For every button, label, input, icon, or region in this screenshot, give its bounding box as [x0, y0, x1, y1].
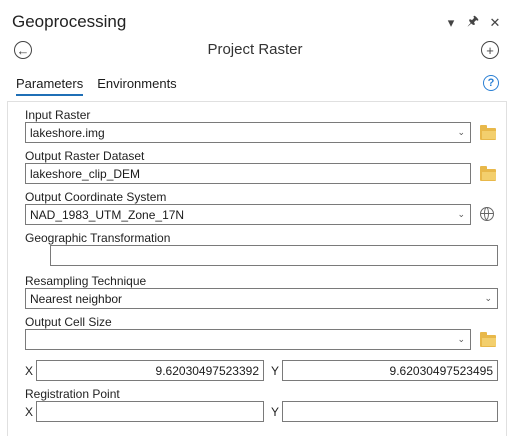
- input-raster-value: lakeshore.img: [30, 125, 105, 140]
- cell-size-label: Output Cell Size: [25, 315, 112, 329]
- add-icon[interactable]: +: [481, 41, 499, 59]
- output-raster-label: Output Raster Dataset: [25, 149, 145, 163]
- cell-size-x-value: 9.62030497523392: [155, 363, 259, 378]
- cell-size-x-input[interactable]: 9.62030497523392: [36, 360, 264, 381]
- registration-y-label: Y: [271, 405, 280, 419]
- input-raster-label: Input Raster: [25, 108, 91, 122]
- registration-label: Registration Point: [25, 387, 120, 401]
- chevron-down-icon[interactable]: ⌄: [457, 127, 465, 138]
- pane-title: Geoprocessing: [12, 12, 127, 31]
- registration-x-label: X: [25, 405, 34, 419]
- chevron-down-icon[interactable]: ⌄: [484, 293, 492, 304]
- registration-x-input[interactable]: [36, 401, 264, 422]
- cell-size-x-label: X: [25, 364, 34, 378]
- resampling-value: Nearest neighbor: [30, 291, 123, 306]
- chevron-down-icon[interactable]: ⌄: [457, 209, 465, 220]
- folder-icon[interactable]: [480, 125, 496, 140]
- tab-parameters[interactable]: Parameters: [16, 76, 84, 96]
- input-raster-combobox[interactable]: lakeshore.img ⌄: [25, 122, 471, 143]
- output-raster-value: lakeshore_clip_DEM: [30, 166, 141, 181]
- geo-transform-label: Geographic Transformation: [25, 231, 171, 245]
- folder-icon[interactable]: [480, 332, 496, 347]
- registration-y-input[interactable]: [282, 401, 498, 422]
- titlebar-controls: ▾ 🖈 ✕: [444, 12, 502, 34]
- resampling-dropdown[interactable]: Nearest neighbor ⌄: [25, 288, 498, 309]
- cell-size-y-label: Y: [271, 364, 280, 378]
- cell-size-y-input[interactable]: 9.62030497523495: [282, 360, 498, 381]
- cell-size-combobox[interactable]: ⌄: [25, 329, 471, 350]
- output-cs-label: Output Coordinate System: [25, 190, 167, 204]
- pin-icon[interactable]: 🖈: [466, 12, 480, 34]
- output-raster-input[interactable]: lakeshore_clip_DEM: [25, 163, 471, 184]
- geo-transform-input[interactable]: [50, 245, 498, 266]
- resampling-label: Resampling Technique: [25, 274, 147, 288]
- help-icon[interactable]: ?: [483, 75, 499, 91]
- chevron-down-icon[interactable]: ▾: [444, 15, 458, 31]
- output-cs-combobox[interactable]: NAD_1983_UTM_Zone_17N ⌄: [25, 204, 471, 225]
- tool-title: Project Raster: [207, 41, 303, 58]
- folder-icon[interactable]: [480, 166, 496, 181]
- output-cs-value: NAD_1983_UTM_Zone_17N: [30, 207, 185, 222]
- tab-environments[interactable]: Environments: [97, 76, 176, 96]
- cell-size-y-value: 9.62030497523495: [389, 363, 493, 378]
- chevron-down-icon[interactable]: ⌄: [457, 334, 465, 345]
- tab-bar: Parameters Environments: [16, 76, 177, 96]
- globe-icon[interactable]: [480, 207, 494, 221]
- close-icon[interactable]: ✕: [488, 15, 502, 31]
